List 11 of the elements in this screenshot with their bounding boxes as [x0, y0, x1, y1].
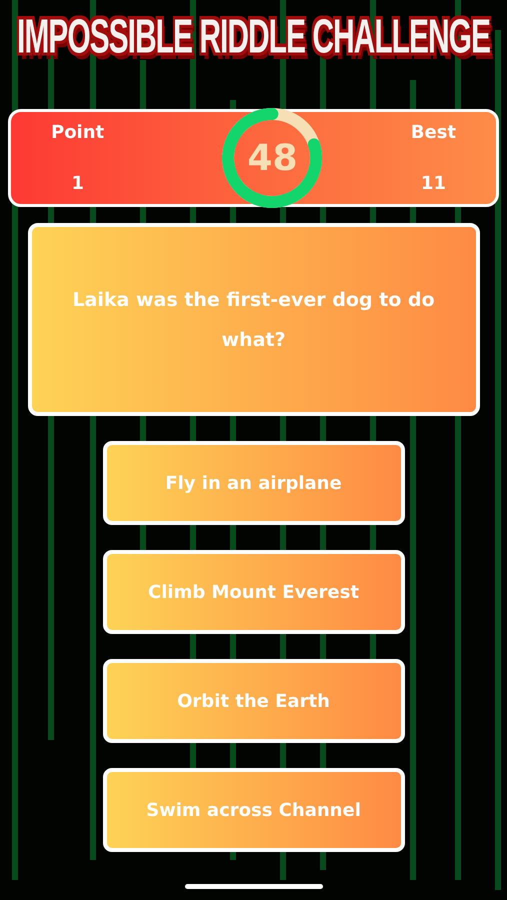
best-label: Best — [410, 122, 456, 143]
answer-button[interactable]: Orbit the Earth — [102, 659, 404, 743]
best-value: 11 — [420, 173, 446, 194]
point-label: Point — [51, 122, 104, 143]
game-title: IMPOSSIBLE RIDDLE CHALLENGE — [16, 14, 490, 66]
question-text: Laika was the first-ever dog to do what? — [71, 288, 436, 352]
answer-button[interactable]: Fly in an airplane — [102, 441, 404, 525]
answer-button[interactable]: Climb Mount Everest — [102, 550, 404, 634]
answer-button[interactable]: Swim across Channel — [102, 768, 404, 852]
point-value: 1 — [71, 173, 84, 194]
timer-value: 48 — [247, 138, 298, 178]
